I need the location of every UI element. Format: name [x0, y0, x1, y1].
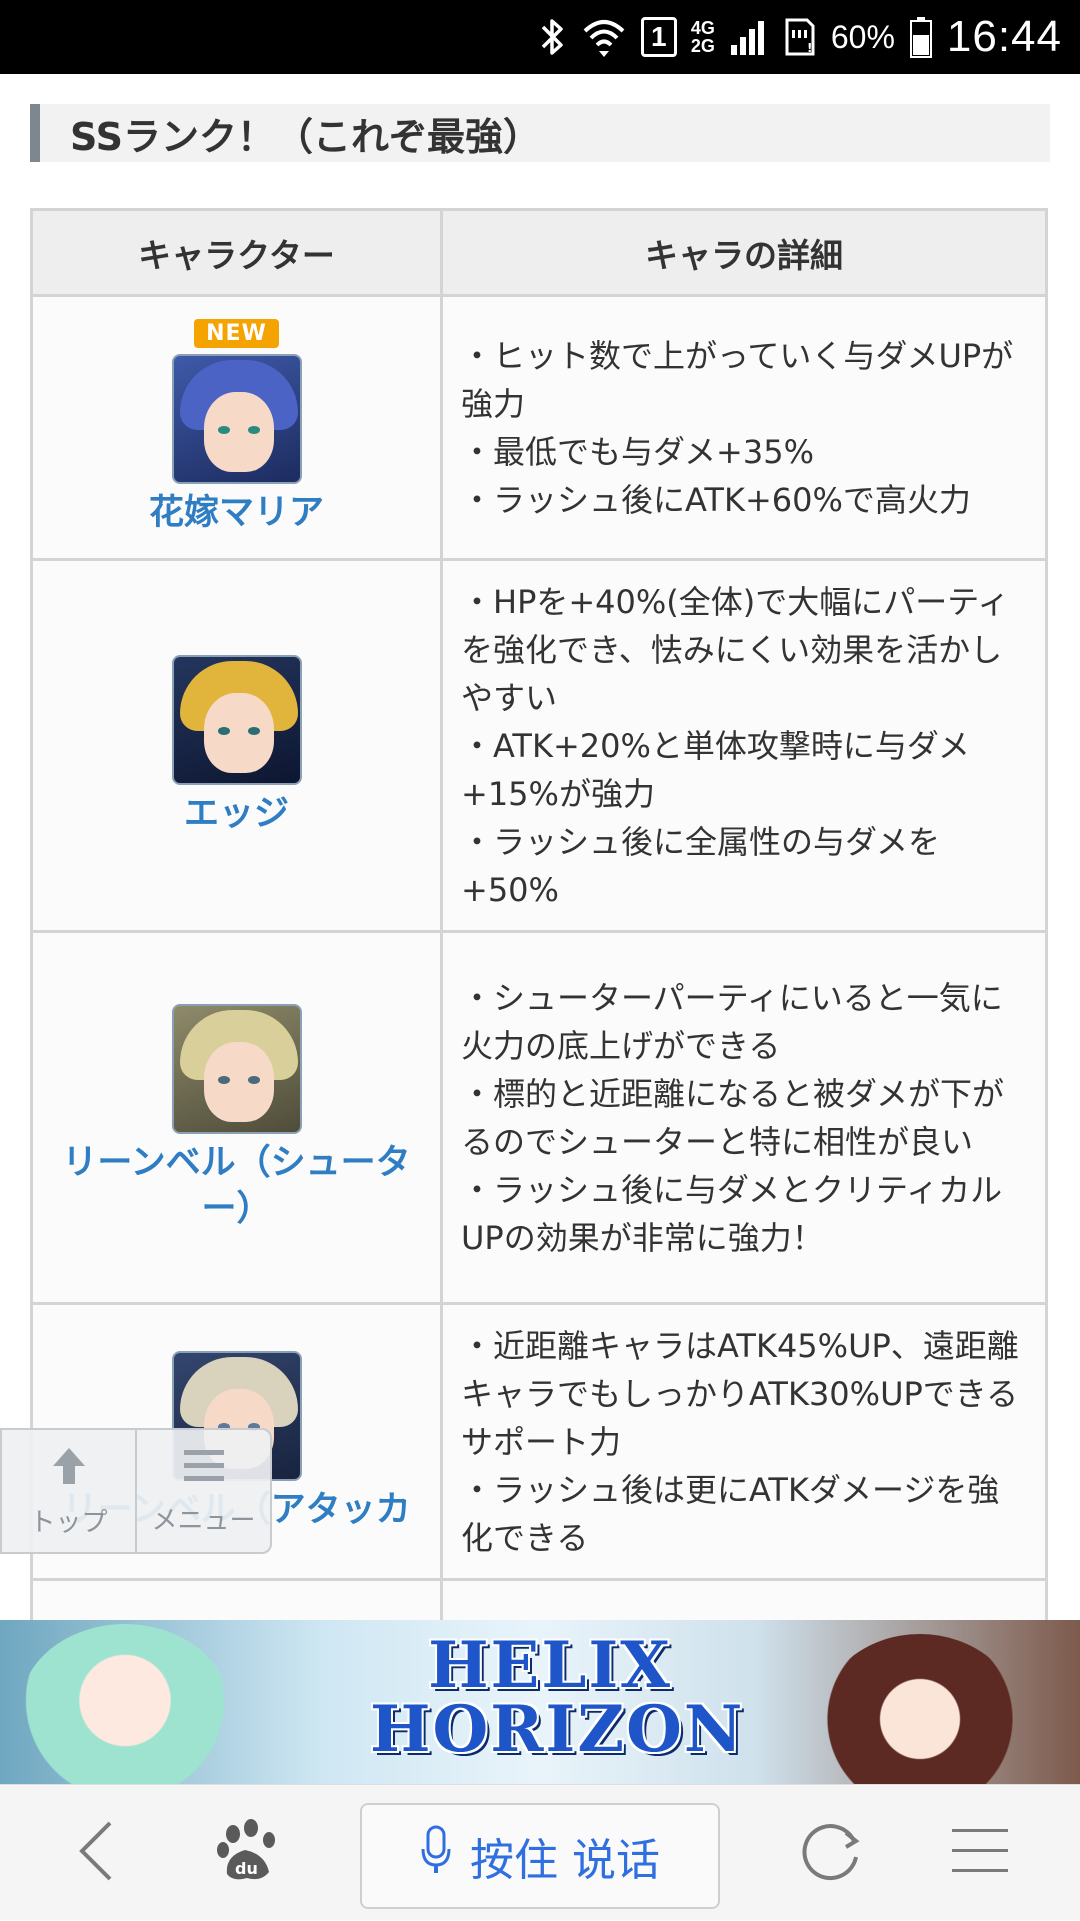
character-cell: NEW 花嫁マリア — [30, 294, 443, 561]
floating-nav: トップ メニュー — [0, 1428, 272, 1554]
avatar-eye — [247, 1075, 260, 1084]
section-heading: SSランク！（これぞ最強） — [30, 104, 1050, 162]
character-cell: リーンベル（シューター） — [30, 930, 443, 1305]
detail-line: ・近距離キャラはATK45%UP、遠距離キャラでもしっかりATK30%UPできる… — [461, 1326, 1019, 1461]
baidu-paw-icon: du — [215, 1818, 281, 1888]
voice-input-label: 按住 说话 — [470, 1835, 660, 1886]
sd-card-icon: ! — [783, 16, 817, 58]
browser-bottom-bar: du 按住 说话 — [0, 1784, 1080, 1920]
detail-line: ・ATK+20%と単体攻撃時に与ダメ+15%が強力 — [461, 726, 970, 813]
avatar-eye — [217, 726, 230, 735]
menu-button-label: メニュー — [151, 1505, 256, 1536]
avatar-eye — [217, 426, 230, 434]
battery-icon — [909, 15, 933, 59]
svg-text:du: du — [235, 1859, 258, 1878]
network-type-top: 4G — [690, 18, 715, 38]
microphone-icon — [420, 1825, 452, 1888]
table-row: エッジ ・HPを+40%(全体)で大幅にパーティを強化でき、怯みにくい効果を活か… — [30, 558, 1048, 933]
character-avatar[interactable] — [171, 1003, 302, 1134]
character-link[interactable]: 花嫁マリア — [43, 490, 430, 536]
detail-line: ・ラッシュ後に与ダメとクリティカルUPの効果が非常に強力！ — [461, 1170, 1003, 1257]
detail-line: ・ラッシュ後にATK+60%で高火力 — [461, 480, 971, 519]
detail-line: ・ラッシュ後は更にATKダメージを強化できる — [461, 1470, 1000, 1557]
character-avatar[interactable] — [171, 654, 302, 785]
avatar-face — [203, 392, 274, 472]
new-badge: NEW — [194, 319, 279, 348]
top-button-label: トップ — [29, 1507, 108, 1538]
network-type-bottom: 2G — [690, 36, 715, 56]
column-header-details: キャラの詳細 — [440, 208, 1048, 297]
voice-input-button[interactable]: 按住 说话 — [360, 1803, 720, 1909]
detail-line: ・HPを+40%(全体)で大幅にパーティを強化でき、怯みにくい効果を活かしやすい — [461, 582, 1010, 717]
character-avatar[interactable] — [171, 354, 302, 484]
svg-text:!: ! — [807, 41, 812, 55]
character-link[interactable]: エッジ — [43, 791, 430, 837]
avatar-eye — [247, 726, 260, 735]
detail-line: ・最低でも与ダメ+35% — [461, 432, 814, 471]
detail-cell: ・シューターパーティにいると一気に火力の底上げができる ・標的と近距離になると被… — [440, 930, 1048, 1305]
table-row: NEW 花嫁マリア ・ヒット数で上がっていく与ダメUPが強力 ・最低でも与ダメ+… — [30, 294, 1048, 561]
column-header-character: キャラクター — [30, 208, 443, 297]
refresh-icon — [800, 1819, 864, 1887]
status-bar-icons: 1 4G 2G ! 60% 16:44 — [537, 0, 1062, 74]
banner-logo-line1: HELIX — [428, 1628, 672, 1703]
detail-line: ・ヒット数で上がっていく与ダメUPが強力 — [461, 336, 1014, 423]
banner-character-right — [820, 1634, 1020, 1784]
avatar-face — [203, 1041, 274, 1122]
avatar-face — [203, 692, 274, 773]
signal-icon — [729, 17, 769, 57]
character-cell: エッジ — [30, 558, 443, 933]
detail-cell: ・HPを+40%(全体)で大幅にパーティを強化でき、怯みにくい効果を活かしやすい… — [440, 558, 1048, 933]
detail-line: ・ラッシュ後に全属性の与ダメを+50% — [461, 822, 941, 909]
status-bar: 1 4G 2G ! 60% 16:44 — [0, 0, 1080, 74]
table-header-row: キャラクター キャラの詳細 — [30, 208, 1048, 297]
network-type: 4G 2G — [691, 19, 715, 55]
detail-line: ・シューターパーティにいると一気に火力の底上げができる — [461, 978, 1003, 1065]
avatar-eye — [247, 426, 260, 434]
bluetooth-icon — [537, 15, 567, 59]
refresh-button[interactable] — [772, 1785, 892, 1921]
arrow-up-icon — [47, 1444, 91, 1496]
character-table: キャラクター キャラの詳細 NEW 花嫁マリア ・ヒット数で上がっていく与ダメU… — [30, 208, 1048, 1641]
detail-cell: ・近距離キャラはATK45%UP、遠距離キャラでもしっかりATK30%UPできる… — [440, 1302, 1048, 1581]
back-button[interactable] — [36, 1785, 156, 1921]
baidu-button[interactable]: du — [188, 1785, 308, 1921]
top-button[interactable]: トップ — [2, 1430, 135, 1552]
detail-cell: ・ヒット数で上がっていく与ダメUPが強力 ・最低でも与ダメ+35% ・ラッシュ後… — [440, 294, 1048, 561]
table-row: リーンベル（シューター） ・シューターパーティにいると一気に火力の底上げができる… — [30, 930, 1048, 1305]
browser-menu-button[interactable] — [920, 1785, 1040, 1921]
detail-line: ・標的と近距離になると被ダメが下がるのでシューターと特に相性が良い — [461, 1074, 1005, 1161]
menu-button[interactable]: メニュー — [135, 1430, 270, 1552]
banner-character-left — [20, 1624, 230, 1784]
clock: 16:44 — [946, 12, 1062, 61]
menu-icon — [950, 1825, 1010, 1881]
hamburger-icon — [182, 1446, 226, 1494]
back-icon — [74, 1819, 118, 1887]
banner-logo-line2: HORIZON — [370, 1692, 745, 1767]
battery-percent: 60% — [830, 18, 895, 55]
character-link[interactable]: リーンベル（シューター） — [43, 1140, 430, 1232]
banner-ad[interactable]: HELIX HORIZON — [0, 1620, 1080, 1784]
banner-logo: HELIX HORIZON — [370, 1628, 745, 1774]
sim-icon: 1 — [640, 17, 677, 57]
avatar-eye — [217, 1075, 230, 1084]
wifi-icon — [581, 15, 627, 59]
